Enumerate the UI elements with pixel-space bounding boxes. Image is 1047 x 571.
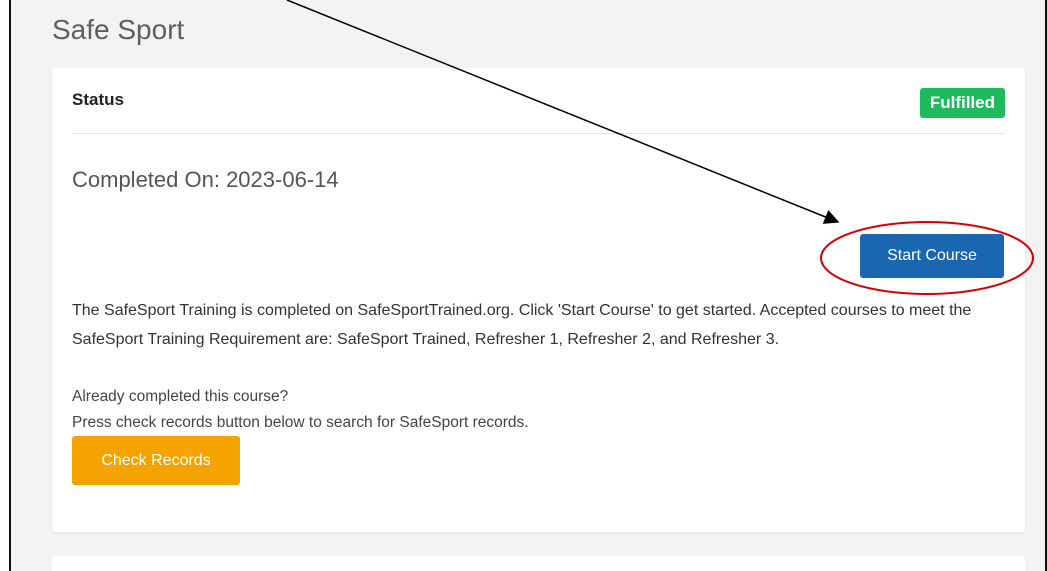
status-label: Status bbox=[72, 90, 124, 109]
next-card bbox=[52, 556, 1025, 571]
status-card: Status Fulfilled Completed On: 2023-06-1… bbox=[52, 68, 1025, 532]
course-description: The SafeSport Training is completed on S… bbox=[72, 302, 972, 348]
completed-on-text: Completed On: 2023-06-14 bbox=[72, 167, 339, 192]
press-check-text: Press check records button below to sear… bbox=[72, 414, 529, 431]
start-course-button[interactable]: Start Course bbox=[860, 234, 1004, 278]
page-title: Safe Sport bbox=[52, 14, 185, 45]
card-header: Status Fulfilled bbox=[72, 68, 1005, 134]
already-completed-text: Already completed this course? bbox=[72, 388, 289, 405]
check-records-button[interactable]: Check Records bbox=[72, 436, 240, 485]
app-frame: Safe Sport Status Fulfilled Completed On… bbox=[9, 0, 1047, 571]
already-completed-section: Already completed this course? Press che… bbox=[72, 384, 529, 436]
status-badge: Fulfilled bbox=[919, 88, 1005, 118]
